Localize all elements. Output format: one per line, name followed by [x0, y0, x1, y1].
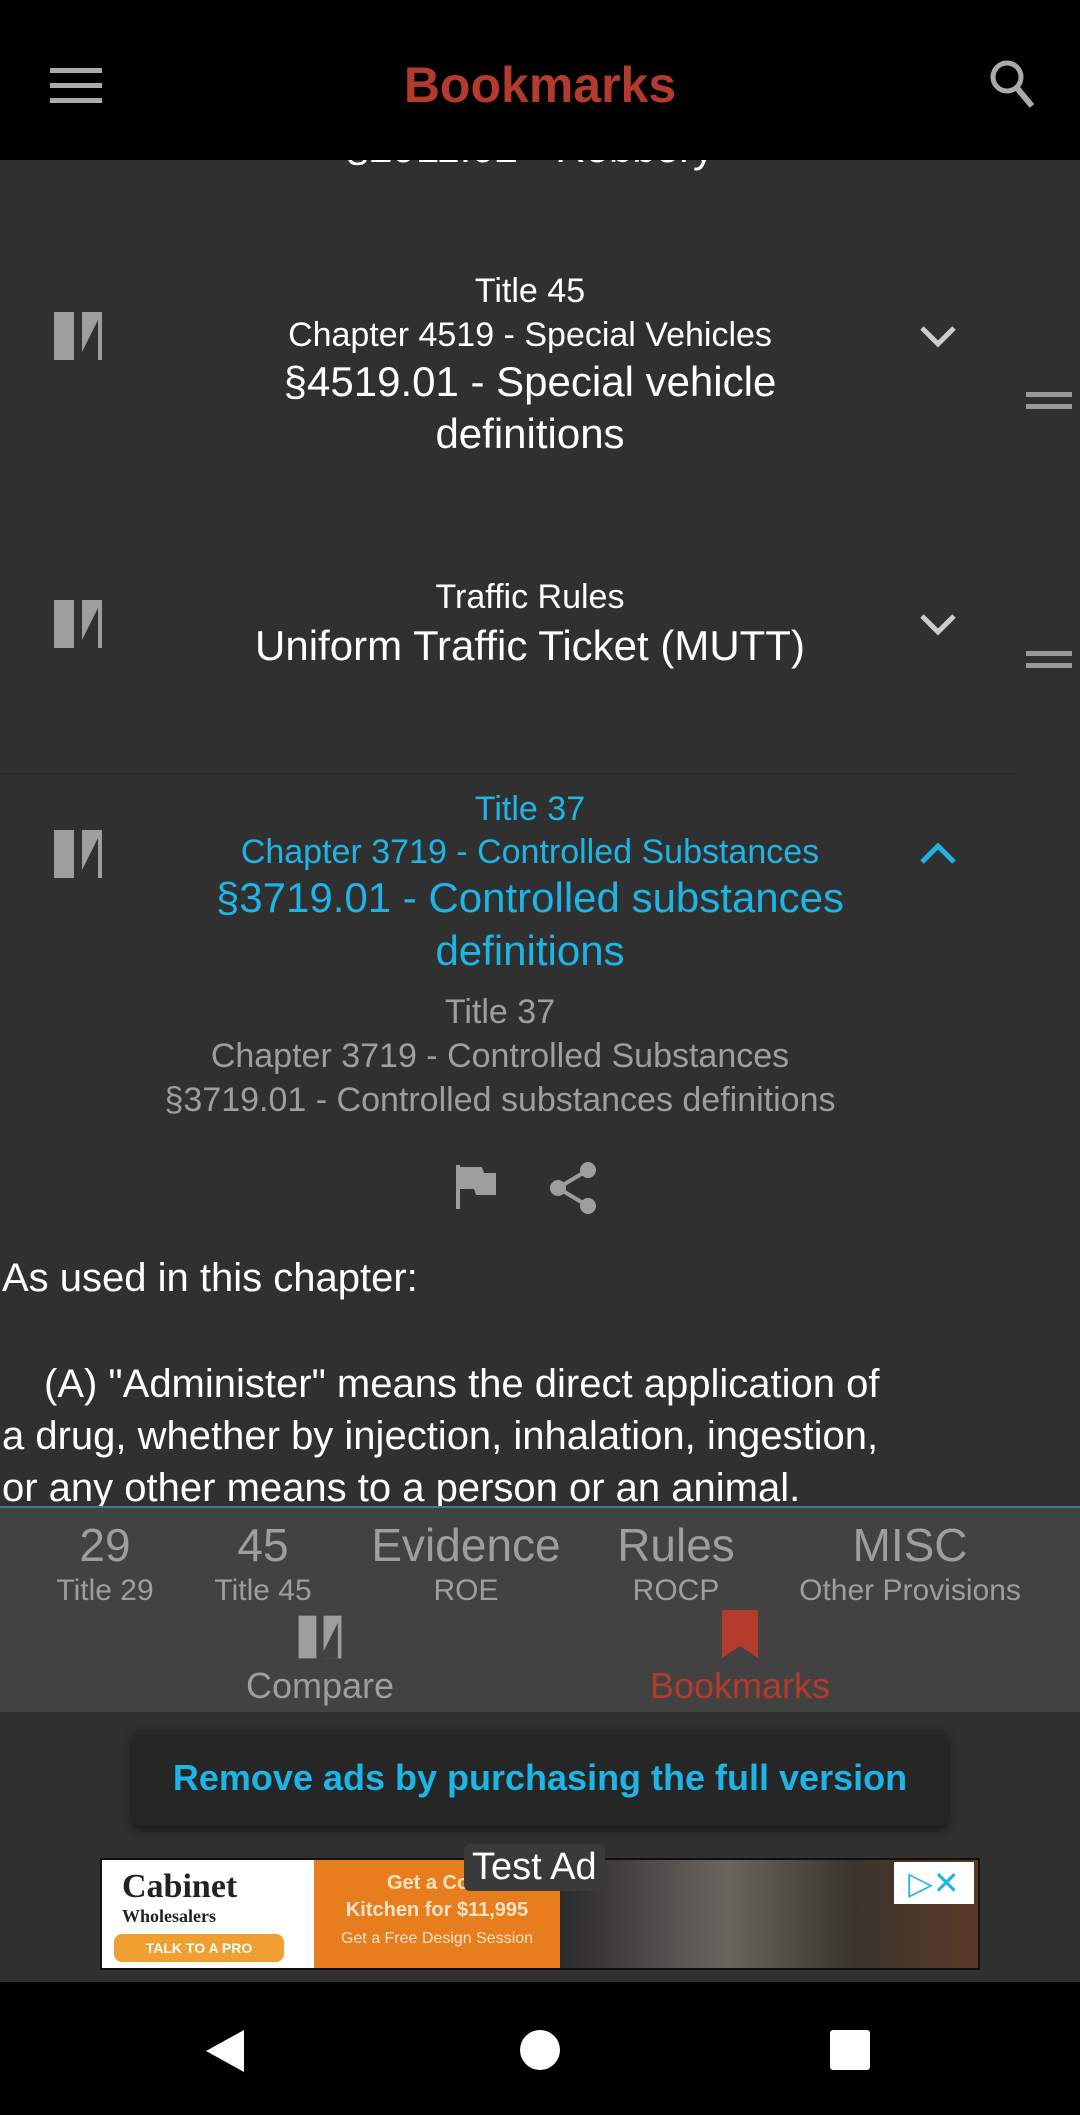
ad-banner[interactable]: Cabinet Wholesalers TALK TO A PRO Get a … [100, 1844, 980, 1970]
tab-label: Bookmarks [649, 1665, 831, 1706]
bookmark-title: Title 45 [474, 272, 586, 310]
system-navigation-bar [0, 1982, 1080, 2115]
bookmark-section: §4519.01 - Special vehicle [283, 358, 777, 405]
tab-label: Rules [617, 1519, 735, 1571]
tab-title-45[interactable]: 45 Title 45 [198, 1518, 328, 1608]
compare-icon[interactable] [50, 306, 106, 366]
recents-icon[interactable] [830, 2030, 870, 2070]
tab-label: Compare [245, 1665, 395, 1706]
compare-icon[interactable] [50, 824, 106, 884]
ad-headline: Kitchen for $11,995 [345, 1899, 529, 1921]
bookmark-section: Uniform Traffic Ticket (MUTT) [255, 622, 805, 669]
compare-icon [298, 1610, 342, 1664]
section-text: (A) "Administer" means the direct applic… [44, 1362, 880, 1406]
ad-logo: Cabinet Wholesalers TALK TO A PRO [102, 1860, 314, 1968]
bookmark-icon [722, 1610, 758, 1658]
back-icon[interactable] [204, 2028, 246, 2074]
chevron-down-icon[interactable] [918, 612, 958, 636]
home-icon[interactable] [520, 2030, 560, 2070]
ad-choices-close-icon[interactable]: ▷✕ [894, 1862, 974, 1904]
tab-misc[interactable]: MISC Other Provisions [780, 1518, 1040, 1608]
bookmark-partial[interactable]: §2911.02 - Robbery [150, 160, 910, 172]
bookmark-title: Title 37 [474, 790, 586, 828]
tab-label: 45 [237, 1519, 289, 1571]
compare-icon[interactable] [50, 594, 106, 654]
bookmark-list[interactable]: §2911.02 - Robbery Title 45 Chapter 4519… [0, 160, 1080, 1506]
detail-chapter: Chapter 3719 - Controlled Substances [210, 1037, 790, 1075]
tab-sublabel: Other Provisions [799, 1574, 1021, 1607]
detail-section: §3719.01 - Controlled substances definit… [164, 1081, 836, 1119]
bookmark-title: Traffic Rules [435, 578, 625, 616]
tab-sublabel: Title 45 [214, 1574, 312, 1607]
tab-bookmarks[interactable]: Bookmarks [630, 1608, 850, 1707]
bookmark-section-cont: definitions [435, 927, 625, 974]
bookmark-chapter: Chapter 3719 - Controlled Substances [240, 833, 820, 871]
section-text: As used in this chapter: [2, 1256, 418, 1300]
ad-brand: Cabinet [122, 1868, 238, 1905]
test-ad-label: Test Ad [464, 1844, 605, 1891]
bookmark-section: §3719.01 - Controlled substances [215, 874, 845, 921]
divider [0, 773, 1016, 775]
ad-cta[interactable]: TALK TO A PRO [114, 1934, 284, 1962]
remove-ads-button[interactable]: Remove ads by purchasing the full versio… [132, 1730, 948, 1826]
page-title: Bookmarks [403, 57, 677, 113]
bottom-navigation: 29 Title 29 45 Title 45 Evidence ROE Rules R… [0, 1506, 1080, 1712]
tab-label: MISC [852, 1519, 968, 1571]
section-text: or any other means to a person or an ani… [2, 1466, 801, 1506]
bookmark-section-cont: definitions [435, 410, 625, 457]
tab-sublabel: ROCP [632, 1574, 720, 1607]
app-bar: Bookmarks [0, 0, 1080, 160]
tab-rules[interactable]: Rules ROCP [586, 1518, 766, 1608]
tab-evidence[interactable]: Evidence ROE [356, 1518, 576, 1608]
section-text: a drug, whether by injection, inhalation… [2, 1414, 879, 1458]
chevron-up-icon[interactable] [918, 842, 958, 866]
tab-label: Evidence [371, 1519, 561, 1571]
tab-label: 29 [79, 1519, 131, 1571]
bookmark-chapter: Chapter 4519 - Special Vehicles [288, 316, 772, 354]
tab-sublabel: ROE [433, 1574, 499, 1607]
tab-title-29[interactable]: 29 Title 29 [40, 1518, 170, 1608]
share-icon[interactable] [546, 1160, 600, 1216]
ad-brand-sub: Wholesalers [122, 1906, 216, 1926]
tab-compare[interactable]: Compare [220, 1608, 420, 1707]
detail-title: Title 37 [444, 993, 556, 1031]
drag-handle[interactable] [1026, 651, 1072, 675]
flag-icon[interactable] [452, 1163, 498, 1211]
drag-handle[interactable] [1026, 392, 1072, 416]
search-icon[interactable] [988, 58, 1036, 110]
tab-sublabel: Title 29 [56, 1574, 154, 1607]
ad-subtext: Get a Free Design Session [340, 1930, 534, 1947]
chevron-down-icon[interactable] [918, 324, 958, 348]
